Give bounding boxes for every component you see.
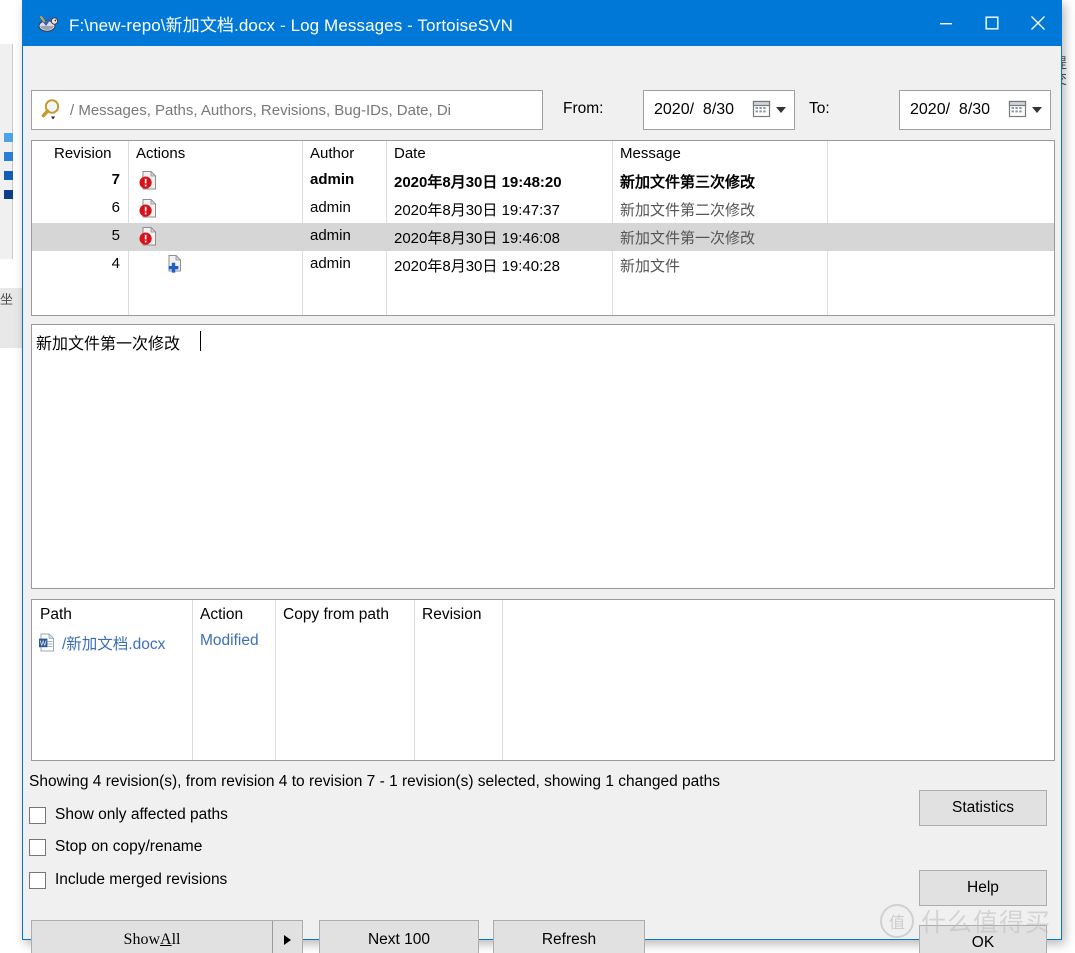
background-square-2 [4, 152, 13, 161]
cell-author: admin [310, 171, 355, 188]
background-square-4 [4, 190, 13, 199]
status-summary: Showing 4 revision(s), from revision 4 t… [29, 773, 720, 790]
column-header-date[interactable]: Date [394, 145, 426, 162]
cell-revision: 5 [111, 227, 120, 244]
cell-action: Modified [200, 632, 259, 649]
table-row[interactable]: 6 admin 2020年8月30日 19:47:37 新加文件第二次修改 [32, 195, 1054, 223]
cell-revision: 4 [111, 255, 120, 272]
cell-message: 新加文件第三次修改 [620, 174, 756, 191]
cell-message: 新加文件第二次修改 [620, 202, 756, 219]
column-header-author[interactable]: Author [310, 145, 354, 162]
checkbox-show-only-affected-paths[interactable]: Show only affected paths [29, 806, 228, 824]
calendar-icon[interactable] [1008, 99, 1028, 119]
chevron-right-icon [284, 935, 291, 945]
search-input[interactable]: / Messages, Paths, Authors, Revisions, B… [31, 90, 543, 130]
cell-message: 新加文件 [620, 258, 681, 275]
to-date-value: 2020/ 8/30 [910, 101, 991, 118]
table-row-selected[interactable]: 5 admin 2020年8月30日 19:46:08 新加文件第一次修改 [32, 223, 1054, 251]
show-all-accelerator: A [160, 931, 172, 948]
cell-author: admin [310, 227, 351, 244]
column-header-revision[interactable]: Revision [422, 606, 481, 624]
cell-revision: 7 [111, 171, 120, 188]
search-icon[interactable] [40, 96, 68, 124]
commit-message-textarea[interactable]: 新加文件第一次修改 [31, 324, 1055, 589]
tortoisesvn-icon [37, 12, 59, 34]
changed-paths-table[interactable]: Path Action Copy from path Revision W /新… [31, 599, 1055, 761]
column-header-action[interactable]: Action [200, 606, 243, 624]
show-all-label: Show All [32, 921, 272, 953]
table-row[interactable]: 7 admin 2020年8月30日 19:48:20 新加文件第三次修改 [32, 167, 1054, 195]
window-controls [923, 0, 1061, 46]
screen: 坐 提交 F:\new-repo\新加文档.docx - Log Message… [0, 0, 1075, 953]
cell-date: 2020年8月30日 19:47:37 [394, 202, 560, 219]
modified-file-icon [138, 170, 160, 192]
checkbox-label: Show only affected paths [55, 806, 228, 823]
background-square-1 [4, 133, 13, 142]
revision-log-header: Revision Actions Author Date Message [32, 141, 1054, 167]
show-all-dropdown-button[interactable] [272, 921, 302, 953]
cell-date: 2020年8月30日 19:48:20 [394, 174, 562, 191]
ok-button[interactable]: OK [919, 925, 1047, 953]
cell-revision: 6 [111, 199, 120, 216]
checkbox-label: Stop on copy/rename [55, 838, 203, 855]
checkbox-include-merged-revisions[interactable]: Include merged revisions [29, 871, 227, 889]
table-row[interactable]: 4 admin 2020年8月30日 19:40:28 新加文件 [32, 251, 1054, 279]
column-header-path[interactable]: Path [40, 606, 72, 624]
modified-file-icon [138, 226, 160, 248]
revision-log-table[interactable]: Revision Actions Author Date Message 7 a… [31, 140, 1055, 316]
commit-message-text: 新加文件第一次修改 [36, 336, 181, 353]
statistics-button[interactable]: Statistics [919, 790, 1047, 826]
column-divider[interactable] [414, 600, 415, 760]
column-header-revision[interactable]: Revision [54, 145, 112, 162]
show-all-prefix: Show [123, 931, 160, 948]
column-header-message[interactable]: Message [620, 145, 681, 162]
cell-message: 新加文件第一次修改 [620, 230, 756, 247]
column-header-actions[interactable]: Actions [136, 145, 185, 162]
checkbox-label: Include merged revisions [55, 871, 228, 888]
to-label: To: [809, 100, 830, 117]
column-divider[interactable] [502, 600, 503, 760]
background-left-text: 坐 [0, 293, 14, 307]
svg-text:W: W [40, 640, 47, 647]
maximize-icon[interactable] [969, 0, 1015, 46]
minimize-icon[interactable] [923, 0, 969, 46]
refresh-button[interactable]: Refresh [493, 920, 645, 953]
window-title: F:\new-repo\新加文档.docx - Log Messages - T… [69, 15, 514, 35]
added-file-icon [162, 254, 184, 276]
help-button[interactable]: Help [919, 870, 1047, 906]
word-document-icon: W [38, 633, 57, 652]
cell-author: admin [310, 199, 351, 216]
cell-author: admin [310, 255, 351, 272]
calendar-icon[interactable] [752, 99, 772, 119]
show-all-button[interactable]: Show All [31, 920, 303, 953]
checkbox-box[interactable] [29, 806, 46, 824]
modified-file-icon [138, 198, 160, 220]
column-divider[interactable] [192, 600, 193, 760]
column-header-copy-from-path[interactable]: Copy from path [283, 606, 389, 624]
show-all-suffix: ll [171, 931, 181, 948]
cell-date: 2020年8月30日 19:46:08 [394, 230, 560, 247]
title-bar: F:\new-repo\新加文档.docx - Log Messages - T… [23, 0, 1061, 46]
changed-paths-header: Path Action Copy from path Revision [32, 600, 1054, 628]
column-divider[interactable] [275, 600, 276, 760]
from-label: From: [563, 100, 604, 117]
next-100-button[interactable]: Next 100 [319, 920, 479, 953]
from-date-input[interactable]: 2020/ 8/30 [643, 90, 795, 130]
cell-path: /新加文档.docx [62, 636, 166, 653]
log-messages-dialog: F:\new-repo\新加文档.docx - Log Messages - T… [22, 0, 1062, 953]
search-placeholder: / Messages, Paths, Authors, Revisions, B… [70, 101, 451, 119]
filter-row: / Messages, Paths, Authors, Revisions, B… [31, 90, 1055, 132]
checkbox-box[interactable] [29, 871, 46, 889]
text-caret [200, 331, 201, 351]
from-date-dropdown-arrow[interactable] [776, 107, 786, 113]
close-icon[interactable] [1015, 0, 1061, 46]
background-square-3 [4, 171, 13, 180]
to-date-input[interactable]: 2020/ 8/30 [899, 90, 1051, 130]
cell-date: 2020年8月30日 19:40:28 [394, 258, 560, 275]
from-date-value: 2020/ 8/30 [654, 101, 735, 118]
to-date-dropdown-arrow[interactable] [1032, 107, 1042, 113]
table-row[interactable]: W /新加文档.docx Modified [32, 628, 1054, 656]
checkbox-stop-on-copy-rename[interactable]: Stop on copy/rename [29, 838, 202, 856]
checkbox-box[interactable] [29, 838, 46, 856]
